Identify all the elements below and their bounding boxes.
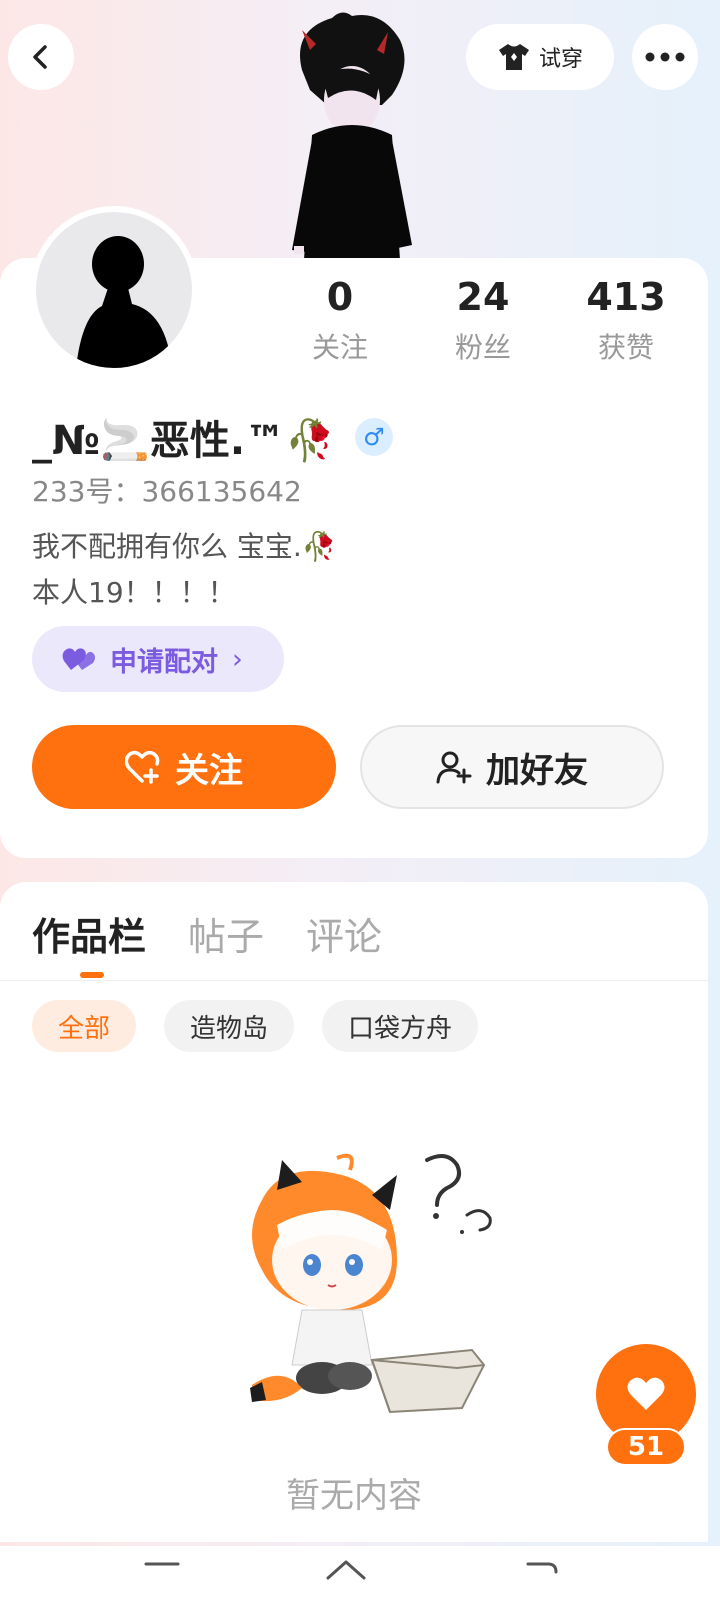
user-silhouette-icon	[76, 236, 172, 368]
stat-likes[interactable]: 413 获赞	[566, 272, 686, 366]
back-arrow-icon	[33, 45, 47, 69]
add-user-icon	[436, 751, 472, 784]
more-button[interactable]	[632, 24, 698, 90]
back-button[interactable]	[8, 24, 74, 90]
add-friend-button[interactable]: 加好友	[360, 725, 664, 809]
try-on-label: 试穿	[538, 47, 583, 72]
filter-creation-island[interactable]: 造物岛	[164, 1000, 295, 1052]
back-nav-icon[interactable]	[518, 1556, 562, 1600]
stat-following[interactable]: 0 关注	[280, 272, 400, 366]
home-icon[interactable]	[324, 1556, 368, 1600]
following-count: 0	[326, 275, 354, 319]
content-tabs: 作品栏 帖子 评论	[32, 906, 382, 961]
follow-label: 关注	[175, 750, 243, 791]
add-friend-label: 加好友	[486, 750, 588, 791]
empty-state-illustration	[250, 1153, 492, 1414]
heart-plus-icon	[125, 750, 160, 784]
username: _№🚬恶性.™🥀	[32, 418, 335, 464]
request-pairing-button[interactable]: 申请配对 ›	[32, 626, 284, 692]
male-icon: ♂	[354, 418, 393, 456]
bio: 我不配拥有你么 宝宝.🥀 本人19！！！！	[32, 524, 337, 616]
follow-button[interactable]: 关注	[32, 725, 336, 809]
filter-pocket-ark[interactable]: 口袋方舟	[322, 1000, 479, 1052]
tab-works[interactable]: 作品栏	[32, 906, 146, 961]
bio-line-2: 本人19！！！！	[32, 576, 236, 609]
avatar[interactable]	[30, 206, 198, 374]
likes-count: 413	[586, 275, 666, 319]
menu-icon[interactable]	[140, 1556, 184, 1600]
stat-fans[interactable]: 24 粉丝	[423, 272, 543, 366]
heart-pair-icon	[62, 648, 95, 670]
bio-line-1: 我不配拥有你么 宝宝.🥀	[32, 530, 337, 563]
fans-label: 粉丝	[454, 331, 511, 364]
likes-label: 获赞	[597, 331, 654, 364]
avatar-image	[36, 212, 192, 368]
system-navigation-bar	[0, 1546, 720, 1600]
empty-state-text: 暂无内容	[286, 1476, 422, 1516]
active-tab-indicator	[80, 972, 104, 978]
fans-count: 24	[456, 275, 510, 319]
like-count-badge: 51	[606, 1428, 686, 1466]
heart-icon	[627, 1377, 665, 1410]
tab-posts[interactable]: 帖子	[188, 906, 264, 961]
more-dots-icon	[645, 52, 685, 62]
tab-comments[interactable]: 评论	[306, 906, 382, 961]
character-avatar-image[interactable]	[272, 10, 432, 260]
user-id[interactable]: 233号：366135642	[32, 470, 302, 510]
filter-all[interactable]: 全部	[32, 1000, 137, 1052]
username-row: _№🚬恶性.™🥀 ♂	[32, 408, 393, 466]
filter-chips: 全部 造物岛 口袋方舟	[32, 1000, 479, 1052]
try-on-button[interactable]: 试穿	[466, 24, 614, 90]
request-pairing-label: 申请配对	[110, 646, 218, 678]
following-label: 关注	[311, 331, 368, 364]
chevron-right-icon: ›	[232, 643, 243, 675]
tab-divider	[0, 980, 708, 981]
tshirt-icon	[498, 44, 529, 70]
